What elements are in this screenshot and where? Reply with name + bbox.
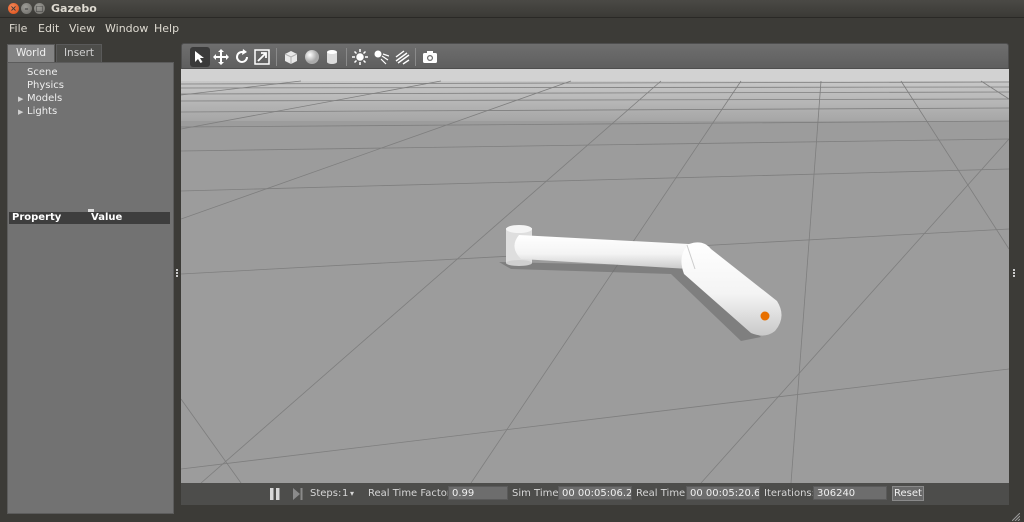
menu-file[interactable]: File — [9, 22, 27, 35]
value-column-header: Value — [91, 212, 123, 223]
scene-render[interactable] — [181, 69, 1009, 483]
window-title: Gazebo — [51, 2, 97, 15]
tree-item-models[interactable]: Models — [27, 93, 62, 104]
expand-arrow-icon[interactable]: ▶ — [18, 95, 23, 103]
tree-item-physics[interactable]: Physics — [27, 80, 64, 91]
steps-dropdown-icon[interactable]: ▾ — [350, 489, 354, 498]
select-arrow-icon[interactable] — [190, 47, 210, 67]
maximize-icon[interactable]: □ — [34, 3, 45, 14]
menu-help[interactable]: Help — [154, 22, 179, 35]
scene-viewport[interactable] — [181, 69, 1009, 483]
simulation-status-bar: Steps: 1 ▾ Real Time Factor: 0.99 Sim Ti… — [181, 483, 1009, 505]
sim-time-label: Sim Time: — [512, 488, 562, 499]
tree-item-scene[interactable]: Scene — [27, 67, 58, 78]
property-column-header: Property — [12, 212, 62, 223]
toolbar-separator — [276, 48, 277, 66]
screenshot-icon[interactable] — [420, 47, 440, 67]
box-icon[interactable] — [281, 47, 301, 67]
tree-item-lights[interactable]: Lights — [27, 106, 57, 117]
sphere-icon[interactable] — [302, 47, 322, 67]
spot-light-icon[interactable] — [371, 47, 391, 67]
rtf-value: 0.99 — [448, 486, 508, 500]
rotate-icon[interactable] — [232, 47, 252, 67]
rtf-label: Real Time Factor: — [368, 488, 455, 499]
translate-icon[interactable] — [211, 47, 231, 67]
minimize-icon[interactable]: – — [21, 3, 32, 14]
menu-bar: File Edit View Window Help — [0, 18, 1024, 39]
pause-icon[interactable] — [270, 488, 280, 503]
sky-band — [181, 69, 1009, 81]
step-forward-icon[interactable] — [293, 488, 303, 503]
scene-toolbar — [181, 43, 1009, 69]
expand-arrow-icon[interactable]: ▶ — [18, 108, 23, 116]
right-splitter-grip[interactable] — [1013, 269, 1016, 277]
title-bar: × – □ Gazebo — [0, 0, 1024, 18]
directional-light-icon[interactable] — [392, 47, 412, 67]
toolbar-separator — [346, 48, 347, 66]
real-time-value: 00 00:05:20.628 — [686, 486, 760, 500]
left-splitter-grip[interactable] — [176, 269, 179, 277]
iterations-value: 306240 — [813, 486, 887, 500]
reset-button[interactable]: Reset — [892, 486, 924, 501]
menu-view[interactable]: View — [69, 22, 95, 35]
tab-world[interactable]: World — [7, 44, 55, 62]
sim-time-value: 00 00:05:06.240 — [558, 486, 632, 500]
tab-insert[interactable]: Insert — [56, 44, 102, 62]
steps-label: Steps: — [310, 488, 342, 499]
property-table-header: Property Value — [9, 212, 170, 224]
toolbar-separator — [415, 48, 416, 66]
iterations-label: Iterations: — [764, 488, 815, 499]
steps-value[interactable]: 1 — [342, 488, 348, 499]
close-icon[interactable]: × — [8, 3, 19, 14]
menu-window[interactable]: Window — [105, 22, 148, 35]
resize-grip-icon[interactable] — [1011, 511, 1021, 522]
menu-edit[interactable]: Edit — [38, 22, 59, 35]
world-panel: Scene Physics ▶ Models ▶ Lights — [7, 62, 174, 514]
cylinder-icon[interactable] — [322, 47, 342, 67]
point-light-icon[interactable] — [350, 47, 370, 67]
robot-end-effector[interactable] — [760, 311, 770, 321]
scale-icon[interactable] — [252, 47, 272, 67]
real-time-label: Real Time: — [636, 488, 689, 499]
